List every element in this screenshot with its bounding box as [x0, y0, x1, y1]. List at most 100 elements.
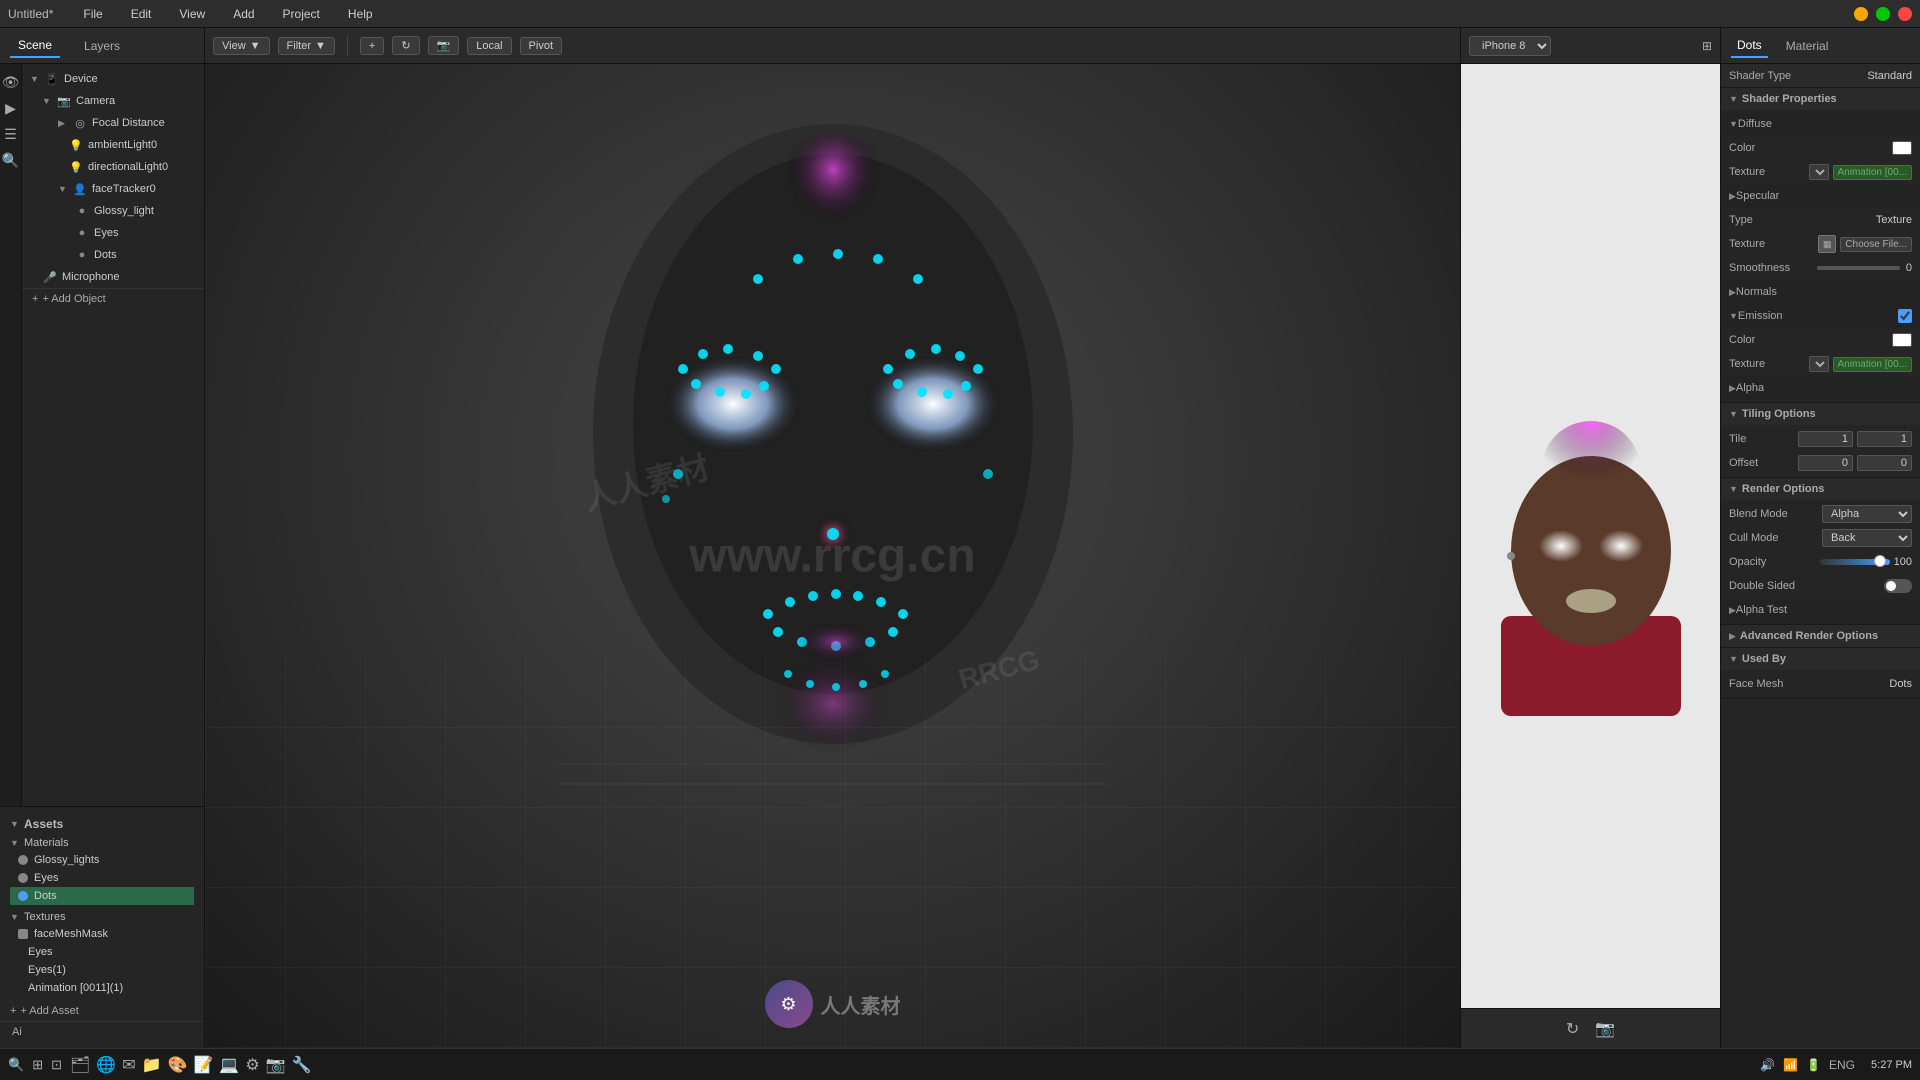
- asset-eyes[interactable]: Eyes: [10, 869, 194, 887]
- alpha-header-row[interactable]: ▶ Alpha: [1721, 376, 1920, 400]
- tree-item-glossy[interactable]: ● Glossy_light: [22, 200, 204, 222]
- preview-image: [1461, 64, 1720, 1008]
- logo-icon: ⚙: [765, 980, 813, 1028]
- camera-button[interactable]: 📷: [428, 36, 460, 55]
- tree-item-facetracker[interactable]: ▼ 👤 faceTracker0: [22, 178, 204, 200]
- specular-type-value: Texture: [1876, 214, 1912, 226]
- tiling-options-header[interactable]: ▼ Tiling Options: [1721, 403, 1920, 425]
- taskbar-app-9[interactable]: 📷: [266, 1055, 286, 1075]
- taskbar-app-7[interactable]: 💻: [219, 1055, 239, 1075]
- diffuse-tex-label: Texture: [1729, 166, 1809, 178]
- taskbar-app-4[interactable]: 📁: [142, 1055, 162, 1075]
- emission-color-swatch[interactable]: [1892, 333, 1912, 347]
- device-selector[interactable]: iPhone 8: [1469, 36, 1551, 56]
- tree-item-ambient[interactable]: 💡 ambientLight0: [22, 134, 204, 156]
- tree-item-directional[interactable]: 💡 directionalLight0: [22, 156, 204, 178]
- rp-tab-material[interactable]: Material: [1780, 35, 1835, 57]
- asset-dots[interactable]: Dots: [10, 887, 194, 905]
- preview-refresh-icon[interactable]: ↻: [1566, 1019, 1579, 1039]
- minimize-button[interactable]: [1854, 7, 1868, 21]
- tree-item-microphone[interactable]: 🎤 Microphone: [22, 266, 204, 288]
- taskbar-app-1[interactable]: 🗂: [70, 1055, 90, 1075]
- tile-y-input[interactable]: [1857, 431, 1912, 447]
- taskbar-battery-icon[interactable]: 🔋: [1806, 1058, 1821, 1072]
- tab-layers[interactable]: Layers: [76, 35, 128, 57]
- maximize-button[interactable]: [1876, 7, 1890, 21]
- alpha-test-row[interactable]: ▶ Alpha Test: [1721, 598, 1920, 622]
- diffuse-texture-dropdown[interactable]: [1809, 164, 1829, 180]
- tree-item-device[interactable]: ▼ 📱 Device: [22, 68, 204, 90]
- diffuse-color-swatch[interactable]: [1892, 141, 1912, 155]
- used-by-header[interactable]: ▼ Used By: [1721, 648, 1920, 670]
- tree-item-dots[interactable]: ● Dots: [22, 244, 204, 266]
- sidebar-icon-eye[interactable]: 👁: [1, 72, 21, 92]
- emission-header-row[interactable]: ▼ Emission: [1721, 304, 1920, 328]
- add-asset-button[interactable]: + + Add Asset: [0, 1001, 204, 1021]
- add-object-button[interactable]: + + Add Object: [22, 288, 204, 309]
- cull-mode-select[interactable]: Back: [1822, 529, 1912, 547]
- menu-edit[interactable]: Edit: [125, 5, 158, 23]
- tree-item-eyes[interactable]: ● Eyes: [22, 222, 204, 244]
- emission-checkbox[interactable]: [1898, 309, 1912, 323]
- taskbar-app-2[interactable]: 🌐: [96, 1055, 116, 1075]
- assets-header[interactable]: ▼ Assets: [0, 813, 204, 835]
- diffuse-header-row[interactable]: ▼ Diffuse: [1721, 112, 1920, 136]
- taskbar-apps-icon[interactable]: ⊡: [51, 1057, 62, 1073]
- taskbar-app-8[interactable]: ⚙: [245, 1055, 259, 1075]
- sidebar-icon-play[interactable]: ▶: [1, 98, 21, 118]
- smoothness-slider[interactable]: [1817, 266, 1899, 270]
- add-icon-button[interactable]: +: [360, 37, 384, 55]
- sidebar-icon-layers[interactable]: ☰: [1, 124, 21, 144]
- tab-scene[interactable]: Scene: [10, 34, 60, 58]
- menu-help[interactable]: Help: [342, 5, 379, 23]
- sidebar-icon-search[interactable]: 🔍: [1, 150, 21, 170]
- choose-file-button[interactable]: Choose File...: [1840, 237, 1912, 252]
- taskbar-windows-icon[interactable]: ⊞: [32, 1057, 43, 1073]
- emission-texture-dropdown[interactable]: [1809, 356, 1829, 372]
- menu-add[interactable]: Add: [227, 5, 260, 23]
- taskbar-volume-icon[interactable]: 🔊: [1760, 1058, 1775, 1072]
- blend-mode-select[interactable]: Alpha: [1822, 505, 1912, 523]
- asset-anim[interactable]: Animation [0011](1): [10, 979, 194, 997]
- preview-maximize-icon[interactable]: ⊞: [1702, 39, 1712, 53]
- tree-item-focal[interactable]: ▶ ◎ Focal Distance: [22, 112, 204, 134]
- asset-facemeshmask[interactable]: faceMeshMask: [10, 925, 194, 943]
- opacity-handle: [1874, 555, 1886, 567]
- asset-tex-eyes1[interactable]: Eyes(1): [10, 961, 194, 979]
- asset-tex-eyes[interactable]: Eyes: [10, 943, 194, 961]
- specular-header-row[interactable]: ▶ Specular: [1721, 184, 1920, 208]
- offset-inputs: [1798, 455, 1912, 471]
- taskbar-app-5[interactable]: 🎨: [168, 1055, 188, 1075]
- materials-group-header[interactable]: ▼ Materials: [10, 835, 194, 851]
- menu-project[interactable]: Project: [277, 5, 326, 23]
- specular-type-label: Type: [1729, 214, 1876, 226]
- rp-tab-dots[interactable]: Dots: [1731, 34, 1768, 58]
- normals-header-row[interactable]: ▶ Normals: [1721, 280, 1920, 304]
- opacity-row: Opacity 100: [1721, 550, 1920, 574]
- tile-x-input[interactable]: [1798, 431, 1853, 447]
- filter-button[interactable]: Filter ▼: [278, 37, 335, 55]
- taskbar-app-3[interactable]: ✉: [122, 1055, 135, 1075]
- advanced-render-header[interactable]: ▶ Advanced Render Options: [1721, 625, 1920, 647]
- taskbar-search-icon[interactable]: 🔍: [8, 1057, 24, 1073]
- shader-properties-header[interactable]: ▼ Shader Properties: [1721, 88, 1920, 110]
- refresh-button[interactable]: ↻: [392, 36, 419, 55]
- render-options-header[interactable]: ▼ Render Options: [1721, 478, 1920, 500]
- taskbar-app-6[interactable]: 📝: [193, 1055, 213, 1075]
- pivot-button[interactable]: Pivot: [520, 37, 562, 55]
- close-button[interactable]: [1898, 7, 1912, 21]
- taskbar-app-10[interactable]: 🔧: [292, 1055, 312, 1075]
- view-button[interactable]: View ▼: [213, 37, 270, 55]
- asset-glossy-lights[interactable]: Glossy_lights: [10, 851, 194, 869]
- textures-group-header[interactable]: ▼ Textures: [10, 909, 194, 925]
- offset-y-input[interactable]: [1857, 455, 1912, 471]
- tree-item-camera[interactable]: ▼ 📷 Camera: [22, 90, 204, 112]
- double-sided-toggle[interactable]: [1884, 579, 1912, 593]
- local-button[interactable]: Local: [467, 37, 511, 55]
- taskbar-network-icon[interactable]: 📶: [1783, 1058, 1798, 1072]
- opacity-slider[interactable]: [1820, 559, 1890, 565]
- menu-view[interactable]: View: [173, 5, 211, 23]
- preview-camera-icon[interactable]: 📷: [1595, 1019, 1615, 1039]
- offset-x-input[interactable]: [1798, 455, 1853, 471]
- menu-file[interactable]: File: [77, 5, 108, 23]
